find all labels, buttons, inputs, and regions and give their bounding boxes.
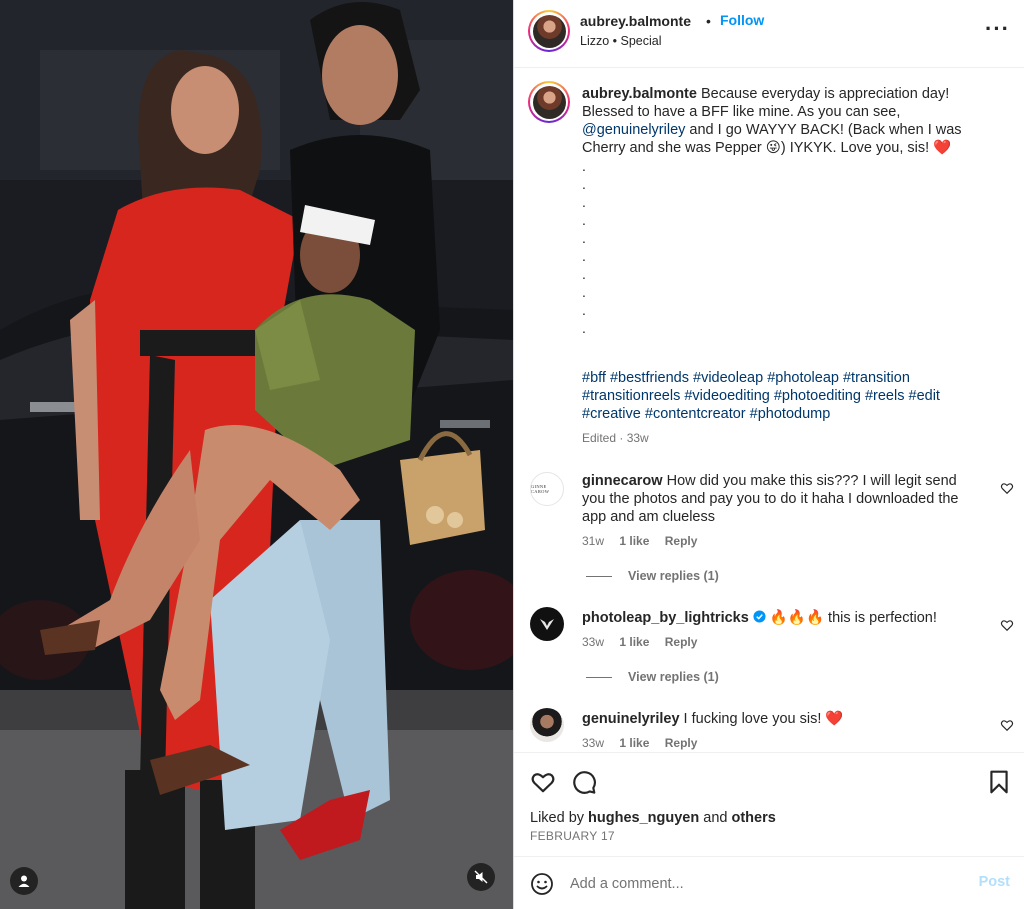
comment-avatar[interactable] [530,708,564,742]
header-separator: • [706,13,711,29]
comment-time[interactable]: 31w [582,534,604,548]
comment-text: photoleap_by_lightricks 🔥🔥🔥 this is perf… [582,609,982,627]
comment-reply-button[interactable]: Reply [665,635,698,649]
liked-by-others[interactable]: others [732,810,776,826]
comment-likes[interactable]: 1 like [619,635,649,649]
post-header: aubrey.balmonte • Follow Lizzo • Special… [514,0,1024,68]
comment-reply-button[interactable]: Reply [665,534,698,548]
caption-username[interactable]: aubrey.balmonte [582,86,697,102]
post-photo [0,0,513,909]
comment-body: I fucking love you sis! ❤️ [683,711,844,727]
comment-username[interactable]: genuinelyriley [582,711,680,727]
add-comment-bar: Post [514,856,1024,909]
author-username[interactable]: aubrey.balmonte [580,13,691,29]
comment-likes[interactable]: 1 like [619,534,649,548]
caption-time[interactable]: 33w [627,431,649,445]
hashtag-link[interactable]: #reels [865,388,905,404]
hashtag-link[interactable]: #transition [843,370,910,386]
verified-badge-icon [753,610,766,623]
avatar-wordmark: GINNE CAROW [531,484,550,494]
view-replies-label: View replies (1) [628,569,719,583]
hashtag-link[interactable]: #transitionreels [582,388,680,404]
view-replies-label: View replies (1) [628,670,719,684]
hashtag-link[interactable]: #photodump [750,406,831,422]
comment-time[interactable]: 33w [582,635,604,649]
liked-by-user[interactable]: hughes_nguyen [588,810,699,826]
comment-meta: 31w 1 like Reply [582,534,709,548]
caption-hashtags: #bff #bestfriends #videoleap #photoleap … [582,369,1002,423]
post-actions: Liked by hughes_nguyen and others FEBRUA… [514,752,1024,856]
liked-by-and: and [703,810,728,826]
post-media[interactable] [0,0,513,909]
hashtag-link[interactable]: #edit [909,388,940,404]
caption-dot: . [582,212,586,228]
caption-text: aubrey.balmonte Because everyday is appr… [582,85,984,157]
emoji-icon[interactable] [530,872,554,896]
comment-meta: 33w 1 like Reply [582,635,709,649]
caption-author-avatar[interactable] [528,81,570,123]
hashtag-link[interactable]: #videoediting [684,388,769,404]
comments-list[interactable]: aubrey.balmonte Because everyday is appr… [514,69,1024,752]
view-replies-button[interactable]: View replies (1) [586,569,719,583]
comment-avatar[interactable]: GINNE CAROW [530,472,564,506]
hashtag-link[interactable]: #contentcreator [645,406,746,422]
instagram-post-modal: aubrey.balmonte • Follow Lizzo • Special… [0,0,1024,909]
comment-text: genuinelyriley I fucking love you sis! ❤… [582,710,982,728]
comment-username[interactable]: photoleap_by_lightricks [582,610,749,626]
author-avatar[interactable] [528,10,570,52]
speaker-muted-icon [474,870,488,884]
comment-text: ginnecarow How did you make this sis??? … [582,472,982,526]
bookmark-icon[interactable] [986,769,1012,795]
caption-dot: . [582,302,586,318]
more-options-icon[interactable]: ··· [985,18,1010,40]
caption-dot: . [582,284,586,300]
tagged-users-button[interactable] [10,867,38,895]
caption-dot: . [582,194,586,210]
mute-button[interactable] [467,863,495,891]
comment-time[interactable]: 33w [582,736,604,750]
hashtag-link[interactable]: #bff [582,370,606,386]
comment-meta: 33w 1 like Reply [582,736,709,750]
caption-mention-link[interactable]: @genuinelyriley [582,122,685,138]
caption-dot: . [582,158,586,174]
photoleap-logo-icon [540,619,554,630]
hashtag-link[interactable]: #videoleap [693,370,763,386]
comment-avatar[interactable] [530,607,564,641]
caption-meta: Edited · 33w [582,431,649,445]
hashtag-link[interactable]: #creative [582,406,641,422]
heart-icon[interactable] [530,769,556,795]
caption-dot: . [582,248,586,264]
caption-dot: . [582,266,586,282]
comment-body: 🔥🔥🔥 this is perfection! [769,610,937,626]
caption-dots: . . . . . . . . . . [582,157,586,337]
comment-likes[interactable]: 1 like [619,736,649,750]
view-replies-button[interactable]: View replies (1) [586,670,719,684]
comment-input[interactable] [570,873,930,895]
post-date[interactable]: FEBRUARY 17 [530,829,615,843]
comment-like-heart-icon[interactable] [1000,618,1014,632]
comment-username[interactable]: ginnecarow [582,473,663,489]
user-icon [18,875,30,887]
post-sidebar: aubrey.balmonte • Follow Lizzo • Special… [513,0,1024,909]
liked-by-prefix: Liked by [530,810,585,826]
comment-bubble-icon[interactable] [571,769,597,795]
audio-label[interactable]: Lizzo • Special [580,34,662,48]
hashtag-link[interactable]: #photoleap [767,370,839,386]
comment-like-heart-icon[interactable] [1000,718,1014,732]
caption-dot: . [582,320,586,336]
liked-by-text: Liked by hughes_nguyen and others [530,810,776,826]
caption-dot: . [582,230,586,246]
hashtag-link[interactable]: #bestfriends [610,370,689,386]
comment-reply-button[interactable]: Reply [665,736,698,750]
post-comment-button[interactable]: Post [979,874,1010,890]
edited-label: Edited [582,431,617,445]
comment-like-heart-icon[interactable] [1000,481,1014,495]
caption-dot: . [582,176,586,192]
hashtag-link[interactable]: #photoediting [774,388,861,404]
follow-button[interactable]: Follow [720,12,764,28]
